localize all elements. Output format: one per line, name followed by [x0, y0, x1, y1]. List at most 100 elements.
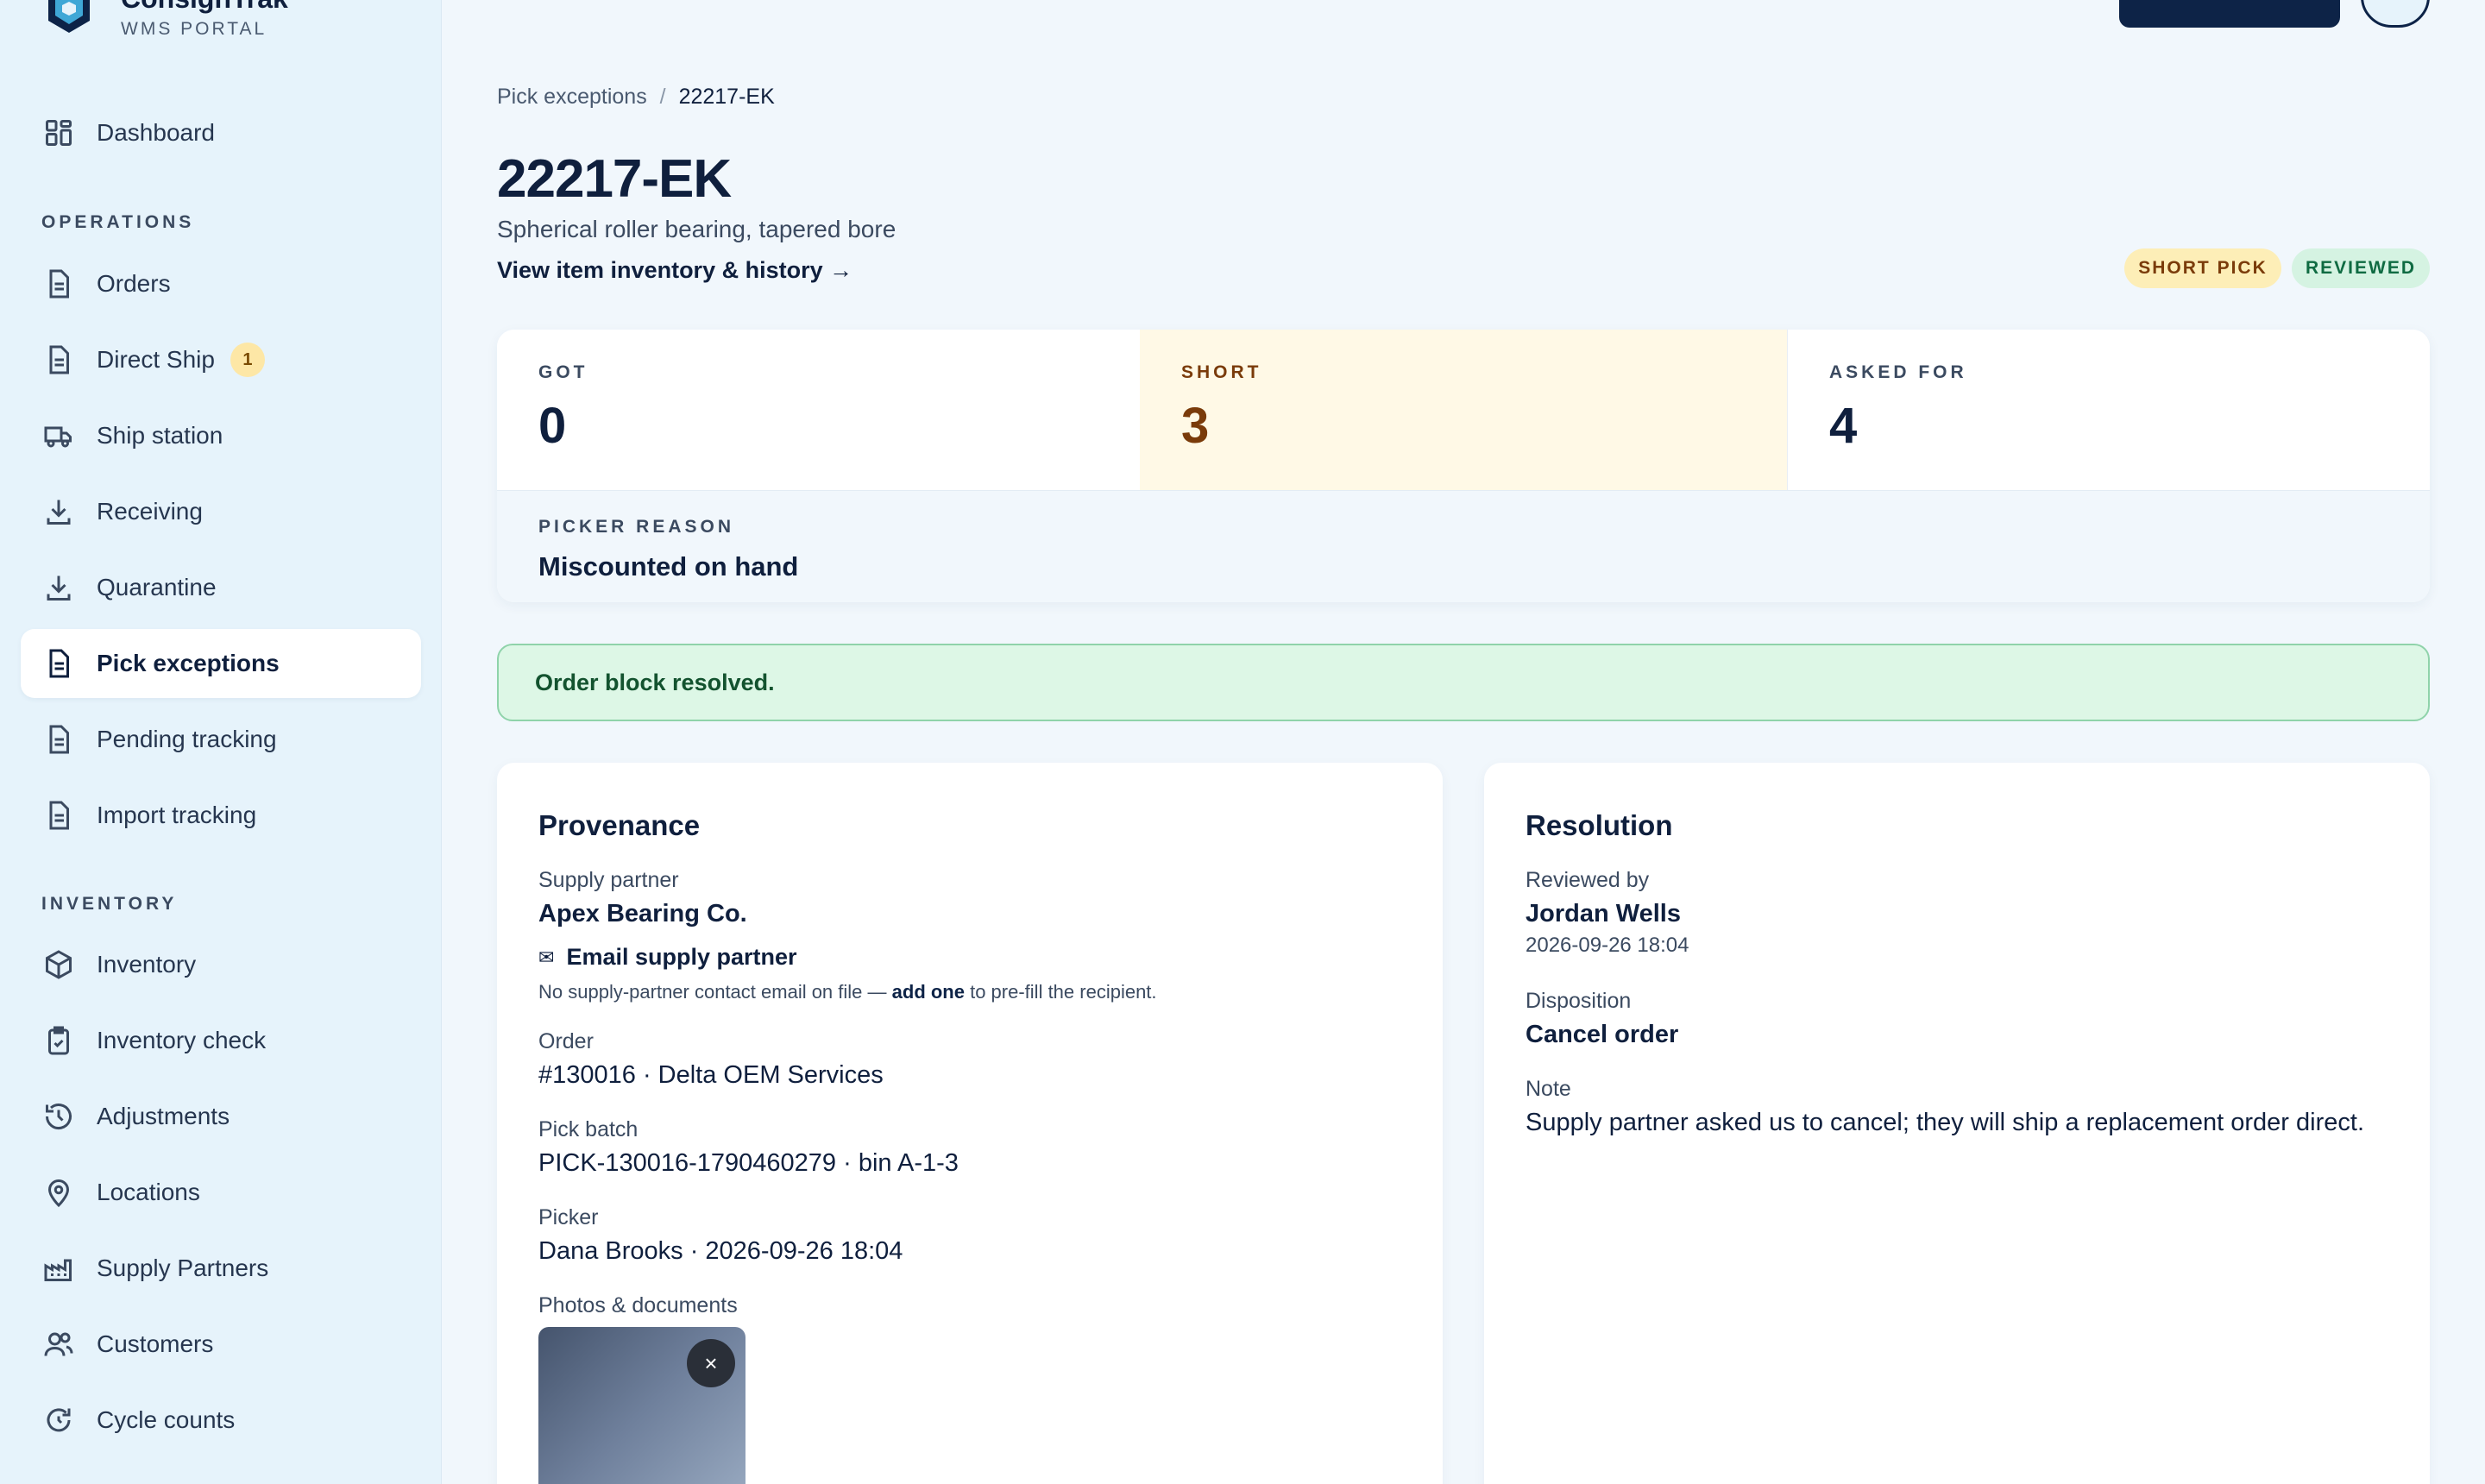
- item-description: Spherical roller bearing, tapered bore: [497, 216, 896, 242]
- sidebar: ConsignTrak WMS PORTAL Dashboard OPERATI…: [0, 0, 442, 1484]
- supply-partner-value: Apex Bearing Co.: [538, 900, 747, 928]
- sidebar-item-label: Inventory check: [97, 1027, 267, 1053]
- resolution-panel: Resolution Reviewed by Jordan Wells 2026…: [1484, 763, 2430, 1484]
- brand-name: ConsignTrak: [121, 0, 288, 14]
- breadcrumb-current: 22217-EK: [678, 85, 775, 109]
- sidebar-item-label: Pick exceptions: [97, 650, 280, 676]
- grid-icon: [41, 116, 76, 150]
- sidebar-item-direct-ship[interactable]: Direct Ship 1: [21, 325, 421, 394]
- stat-label: GOT: [538, 362, 588, 382]
- sidebar-item-pick-exceptions[interactable]: Pick exceptions: [21, 629, 421, 698]
- count-badge: 1: [230, 343, 265, 377]
- pick-batch-label: Pick batch: [538, 1117, 639, 1141]
- history-icon: [41, 1099, 76, 1134]
- supply-partner-label: Supply partner: [538, 868, 679, 892]
- picker-label: Picker: [538, 1205, 599, 1229]
- disposition-label: Disposition: [1526, 989, 1632, 1013]
- primary-action-button[interactable]: [2119, 0, 2340, 28]
- sidebar-item-inventory-check[interactable]: Inventory check: [21, 1006, 421, 1075]
- clipboard-check-icon: [41, 1023, 76, 1058]
- box-icon: [41, 947, 76, 982]
- brand-logo-icon: [48, 0, 90, 33]
- note-label: Note: [1526, 1077, 1571, 1101]
- document-icon: [41, 343, 76, 377]
- sidebar-section-operations: OPERATIONS: [41, 212, 195, 232]
- sidebar-item-label: Import tracking: [97, 802, 257, 828]
- sidebar-item-inventory[interactable]: Inventory: [21, 930, 421, 999]
- brand[interactable]: ConsignTrak WMS PORTAL: [41, 0, 288, 40]
- refresh-icon: [41, 1403, 76, 1437]
- remove-photo-button[interactable]: ×: [687, 1339, 735, 1387]
- pick-batch-value: PICK-130016-1790460279 · bin A-1-3: [538, 1149, 959, 1177]
- sidebar-item-label: Supply Partners: [97, 1254, 269, 1281]
- sidebar-item-label: Dashboard: [97, 119, 215, 146]
- stat-short: SHORT 3: [1140, 330, 1787, 490]
- sidebar-item-cycle-counts[interactable]: Cycle counts: [21, 1386, 421, 1455]
- sidebar-item-label: Ship station: [97, 422, 223, 449]
- sidebar-item-label: Pending tracking: [97, 726, 277, 752]
- sidebar-item-import-tracking[interactable]: Import tracking: [21, 781, 421, 850]
- picker-reason-label: PICKER REASON: [538, 517, 735, 537]
- photos-documents-label: Photos & documents: [538, 1293, 738, 1317]
- sidebar-item-locations[interactable]: Locations: [21, 1158, 421, 1227]
- sidebar-item-label: Adjustments: [97, 1103, 230, 1129]
- stat-got: GOT 0: [497, 330, 1140, 490]
- truck-icon: [41, 418, 76, 453]
- provenance-panel: Provenance Supply partner Apex Bearing C…: [497, 763, 1443, 1484]
- reviewed-by-value: Jordan Wells: [1526, 900, 1681, 928]
- document-icon: [41, 646, 76, 681]
- sidebar-item-ship-station[interactable]: Ship station: [21, 401, 421, 470]
- sidebar-section-inventory: INVENTORY: [41, 894, 178, 914]
- sidebar-item-customers[interactable]: Customers: [21, 1310, 421, 1379]
- envelope-icon: ✉: [538, 946, 555, 968]
- map-pin-icon: [41, 1175, 76, 1210]
- email-supply-partner-link[interactable]: ✉ Email supply partner: [538, 944, 1401, 971]
- stat-value: 4: [1829, 398, 1858, 454]
- stat-asked-for: ASKED FOR 4: [1787, 330, 2430, 490]
- picker-reason-value: Miscounted on hand: [538, 551, 799, 582]
- sidebar-item-supply-partners[interactable]: Supply Partners: [21, 1234, 421, 1303]
- sidebar-item-label: Orders: [97, 270, 171, 297]
- sidebar-item-quarantine[interactable]: Quarantine: [21, 553, 421, 622]
- sidebar-item-receiving[interactable]: Receiving: [21, 477, 421, 546]
- sidebar-item-pending-tracking[interactable]: Pending tracking: [21, 705, 421, 774]
- page-title: 22217-EK: [497, 149, 732, 209]
- order-value[interactable]: #130016 · Delta OEM Services: [538, 1061, 1401, 1090]
- document-icon: [41, 798, 76, 833]
- stat-label: ASKED FOR: [1829, 362, 1967, 382]
- short-pick-status-badge: SHORT PICK: [2124, 248, 2281, 288]
- sidebar-item-label: Customers: [97, 1330, 214, 1357]
- order-label: Order: [538, 1029, 594, 1053]
- email-note: No supply-partner contact email on file …: [538, 981, 1401, 1003]
- panel-title: Resolution: [1526, 809, 1673, 841]
- photo-thumbnail[interactable]: ×: [538, 1327, 746, 1484]
- stat-label: SHORT: [1181, 362, 1262, 382]
- disposition-value: Cancel order: [1526, 1021, 1679, 1048]
- view-inventory-history-link[interactable]: View item inventory & history →: [497, 257, 852, 284]
- reviewed-date: 2026-09-26 18:04: [1526, 934, 1689, 957]
- add-email-link[interactable]: add one: [892, 981, 965, 1003]
- sidebar-item-orders[interactable]: Orders: [21, 249, 421, 318]
- document-icon: [41, 267, 76, 301]
- quantity-summary-card: GOT 0 SHORT 3 ASKED FOR 4 PICKER REASON …: [497, 330, 2430, 602]
- sidebar-item-label: Cycle counts: [97, 1406, 236, 1433]
- picker-reason: PICKER REASON Miscounted on hand: [497, 490, 2430, 602]
- download-icon: [41, 570, 76, 605]
- picker-value: Dana Brooks · 2026-09-26 18:04: [538, 1237, 903, 1265]
- avatar[interactable]: [2361, 0, 2430, 28]
- panel-title: Provenance: [538, 809, 701, 841]
- stat-value: 3: [1181, 398, 1210, 454]
- breadcrumb-parent-link[interactable]: Pick exceptions: [497, 85, 647, 109]
- email-note-text: to pre-fill the recipient.: [964, 981, 1157, 1003]
- note-value: Supply partner asked us to cancel; they …: [1526, 1109, 2364, 1136]
- sidebar-item-label: Inventory: [97, 951, 197, 978]
- sidebar-item-label: Locations: [97, 1179, 200, 1205]
- reviewed-status-badge: REVIEWED: [2292, 248, 2430, 288]
- sidebar-item-dashboard[interactable]: Dashboard: [21, 98, 421, 167]
- brand-subtitle: WMS PORTAL: [121, 19, 267, 39]
- email-supply-partner-label: Email supply partner: [566, 944, 797, 970]
- success-alert: Order block resolved.: [497, 644, 2430, 721]
- email-note-text: No supply-partner contact email on file …: [538, 981, 892, 1003]
- breadcrumb: Pick exceptions / 22217-EK: [497, 85, 775, 110]
- sidebar-item-adjustments[interactable]: Adjustments: [21, 1082, 421, 1151]
